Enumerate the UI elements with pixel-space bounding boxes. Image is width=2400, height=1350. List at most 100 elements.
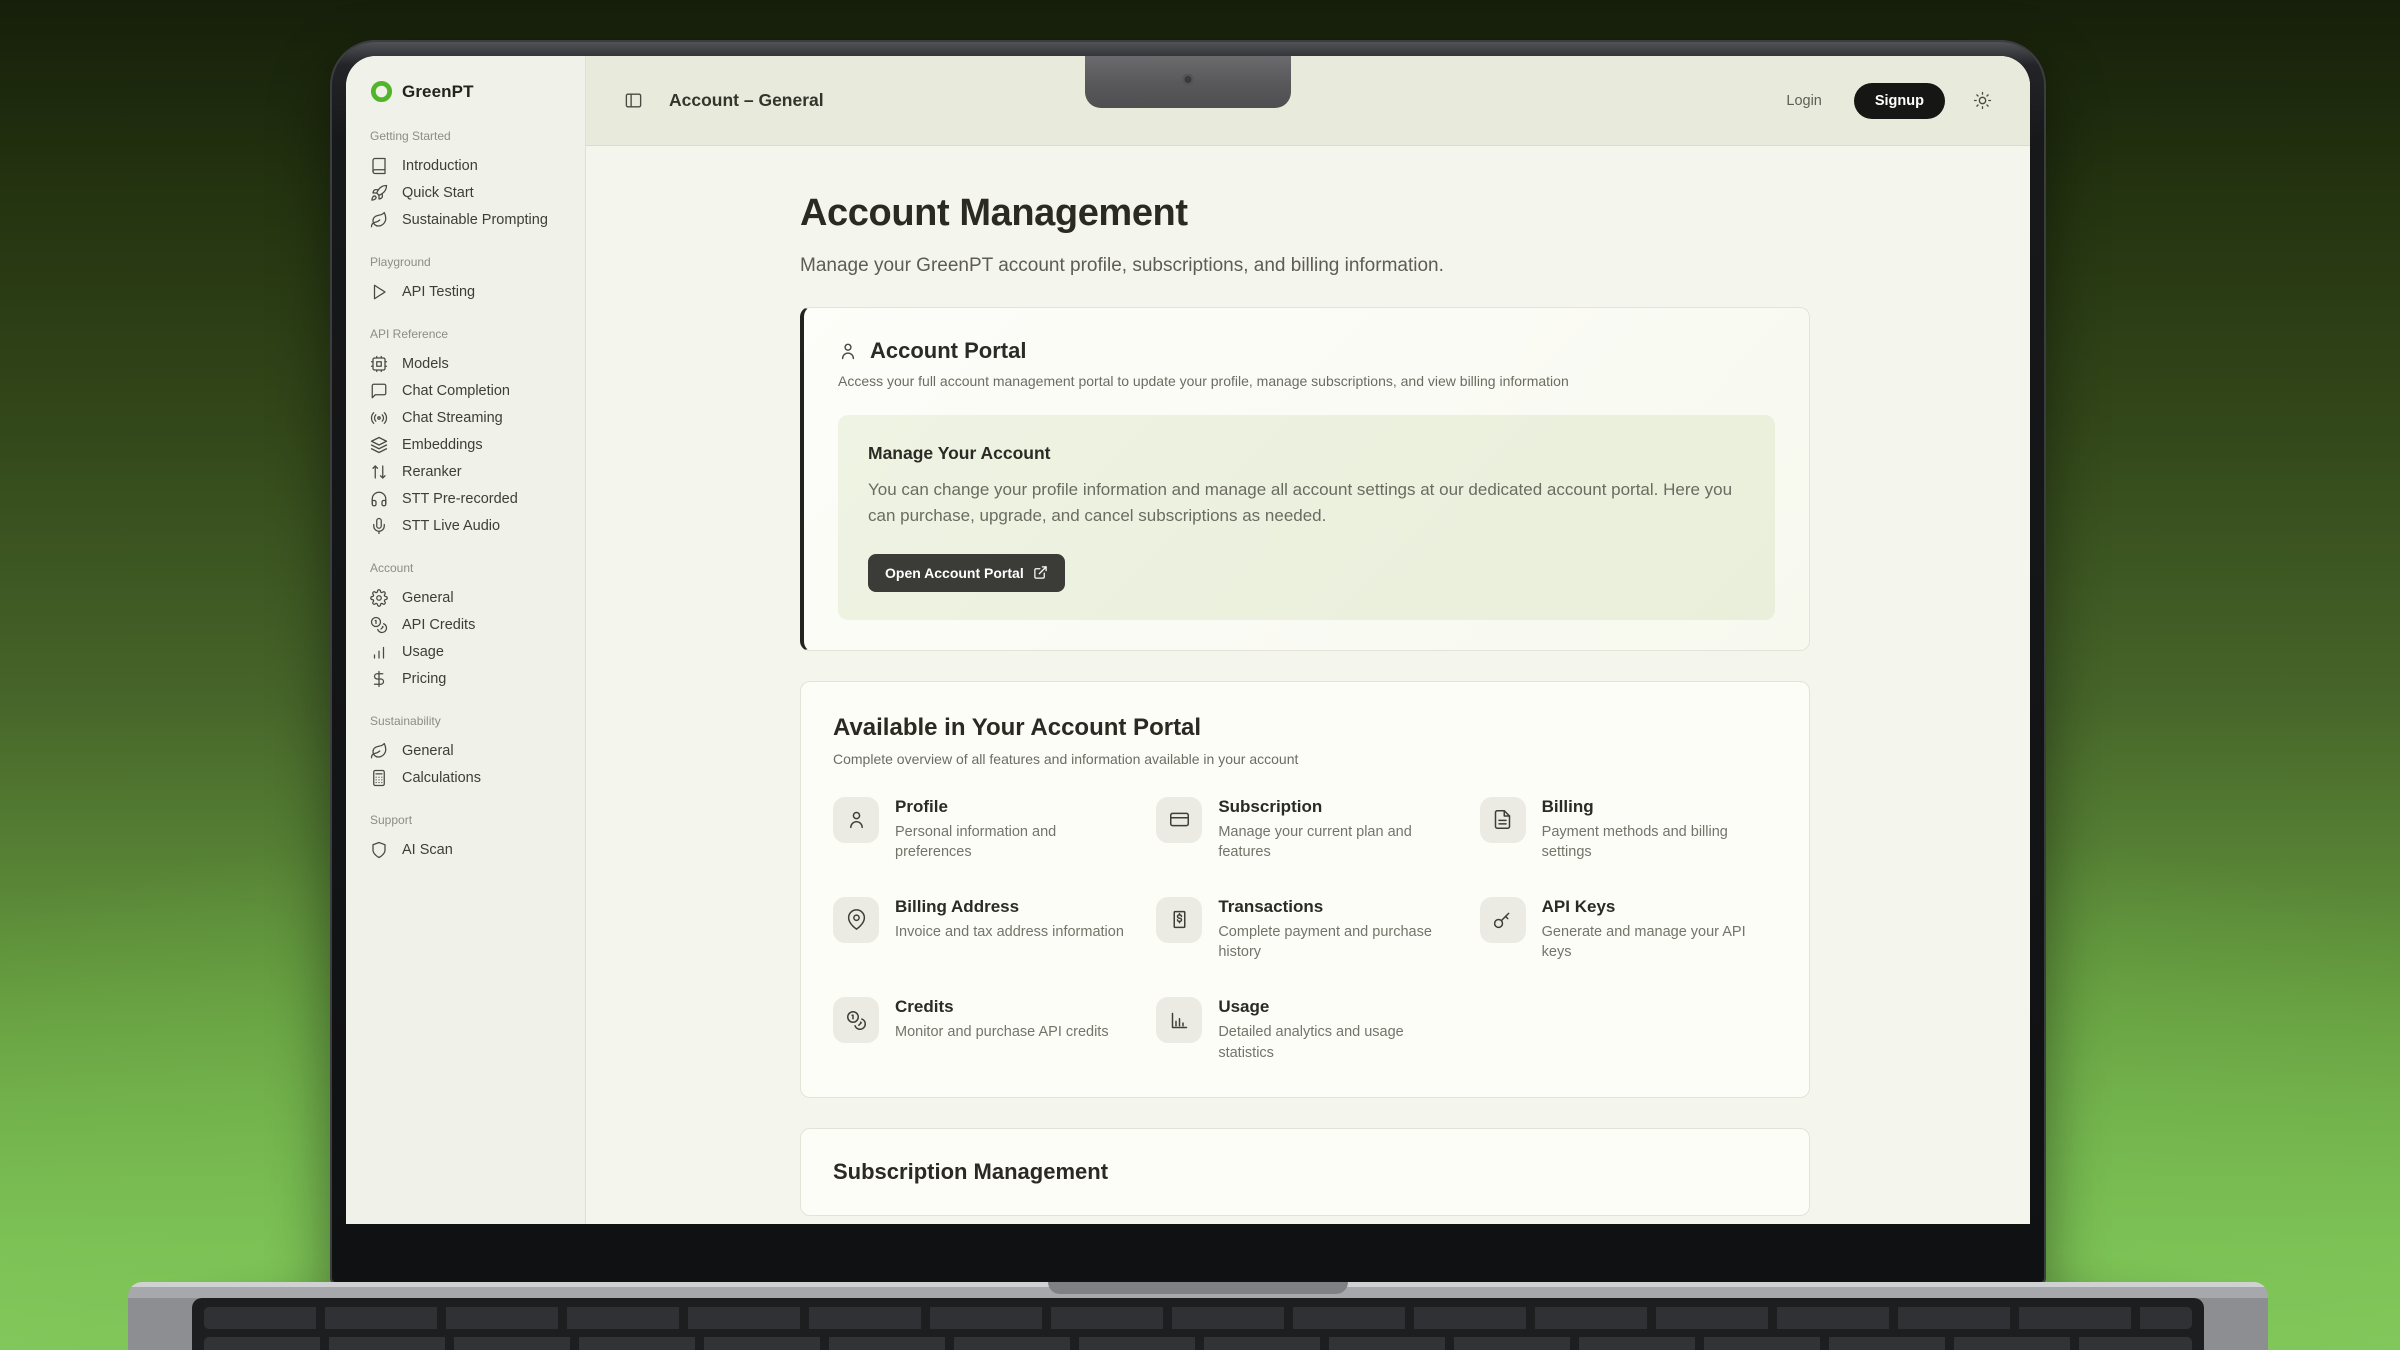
user-icon [838, 341, 858, 361]
sidebar-item-sustainable-prompting[interactable]: Sustainable Prompting [370, 206, 569, 233]
page-header: Account – General Login Signup [586, 56, 2030, 146]
sidebar-item-account-general[interactable]: General [370, 584, 569, 611]
sidebar-item-usage[interactable]: Usage [370, 638, 569, 665]
file-text-icon [1492, 809, 1513, 830]
feature-icon-box [1156, 797, 1202, 843]
receipt-icon [1169, 909, 1190, 930]
laptop-keyboard [192, 1298, 2204, 1350]
feature-item-credits: Credits Monitor and purchase API credits [833, 997, 1130, 1063]
sidebar-item-label: Chat Streaming [402, 410, 503, 426]
feature-item-billing-address: Billing Address Invoice and tax address … [833, 897, 1130, 963]
feature-description: Manage your current plan and features [1218, 822, 1453, 863]
cpu-icon [370, 355, 388, 373]
sidebar-item-sustainability-general[interactable]: General [370, 737, 569, 764]
laptop-camera [1183, 74, 1194, 85]
sidebar-item-label: Chat Completion [402, 383, 510, 399]
feature-item-usage: Usage Detailed analytics and usage stati… [1156, 997, 1453, 1063]
feature-icon-box [1156, 897, 1202, 943]
sidebar-item-pricing[interactable]: Pricing [370, 665, 569, 692]
feature-icon-box [1480, 897, 1526, 943]
feature-text: Subscription Manage your current plan an… [1218, 797, 1453, 863]
dollar-icon [370, 670, 388, 688]
sidebar-item-label: Sustainable Prompting [402, 212, 548, 228]
sidebar-section-getting-started: Getting Started [370, 129, 569, 143]
external-link-icon [1033, 565, 1048, 580]
feature-text: Billing Address Invoice and tax address … [895, 897, 1124, 943]
sidebar-item-introduction[interactable]: Introduction [370, 152, 569, 179]
credit-card-icon [1169, 809, 1190, 830]
sidebar-item-label: STT Pre-recorded [402, 491, 518, 507]
sidebar-item-embeddings[interactable]: Embeddings [370, 431, 569, 458]
sidebar-item-ai-scan[interactable]: AI Scan [370, 836, 569, 863]
sidebar-item-api-testing[interactable]: API Testing [370, 278, 569, 305]
sidebar-section-account: Account [370, 561, 569, 575]
brand-logo[interactable]: GreenPT [370, 80, 569, 103]
page-title: Account Management [800, 192, 2030, 235]
main-content: Account – General Login Signup Account M… [586, 56, 2030, 1224]
layers-icon [370, 436, 388, 454]
feature-title: API Keys [1542, 897, 1777, 917]
open-account-portal-label: Open Account Portal [885, 565, 1024, 581]
feature-description: Complete payment and purchase history [1218, 922, 1453, 963]
sidebar-section-api-reference: API Reference [370, 327, 569, 341]
shield-icon [370, 841, 388, 859]
sidebar-item-api-credits[interactable]: API Credits [370, 611, 569, 638]
feature-description: Generate and manage your API keys [1542, 922, 1777, 963]
sidebar-item-calculations[interactable]: Calculations [370, 764, 569, 791]
laptop-keyboard-deck [128, 1282, 2268, 1350]
feature-title: Billing [1542, 797, 1777, 817]
feature-description: Personal information and preferences [895, 822, 1130, 863]
sidebar-section-support: Support [370, 813, 569, 827]
signup-button[interactable]: Signup [1854, 83, 1945, 119]
sidebar-item-quick-start[interactable]: Quick Start [370, 179, 569, 206]
sidebar-item-label: Usage [402, 644, 444, 660]
open-account-portal-button[interactable]: Open Account Portal [868, 554, 1065, 592]
theme-toggle-button[interactable] [1973, 91, 1992, 110]
manage-account-title: Manage Your Account [868, 443, 1745, 464]
headphones-icon [370, 490, 388, 508]
feature-title: Subscription [1218, 797, 1453, 817]
feature-description: Detailed analytics and usage statistics [1218, 1022, 1453, 1063]
manage-account-panel: Manage Your Account You can change your … [838, 415, 1775, 620]
account-portal-title-row: Account Portal [838, 338, 1775, 364]
feature-icon-box [833, 897, 879, 943]
sidebar-item-label: Reranker [402, 464, 462, 480]
sidebar-item-chat-streaming[interactable]: Chat Streaming [370, 404, 569, 431]
leaf-icon [370, 211, 388, 229]
brand-name: GreenPT [402, 82, 474, 102]
account-portal-subtitle: Access your full account management port… [838, 373, 1775, 389]
sidebar-item-label: API Credits [402, 617, 475, 633]
key-icon [1492, 909, 1513, 930]
feature-text: API Keys Generate and manage your API ke… [1542, 897, 1777, 963]
desktop-background: GreenPT Getting Started Introduction Qui… [0, 0, 2400, 1350]
sidebar-item-label: General [402, 743, 454, 759]
book-icon [370, 157, 388, 175]
sidebar-item-stt-pre-recorded[interactable]: STT Pre-recorded [370, 485, 569, 512]
subscription-management-title: Subscription Management [833, 1159, 1777, 1185]
bar-chart-icon [1169, 1010, 1190, 1031]
feature-title: Billing Address [895, 897, 1124, 917]
mic-icon [370, 517, 388, 535]
greenpt-logo-icon [370, 80, 393, 103]
breadcrumb-title: Account – General [669, 90, 824, 111]
rocket-icon [370, 184, 388, 202]
sidebar-item-stt-live-audio[interactable]: STT Live Audio [370, 512, 569, 539]
feature-item-subscription: Subscription Manage your current plan an… [1156, 797, 1453, 863]
feature-icon-box [833, 797, 879, 843]
login-button[interactable]: Login [1780, 92, 1827, 110]
sidebar-item-label: Introduction [402, 158, 478, 174]
feature-icon-box [833, 997, 879, 1043]
browser-viewport: GreenPT Getting Started Introduction Qui… [346, 56, 2030, 1224]
sidebar-item-models[interactable]: Models [370, 350, 569, 377]
bar-chart-icon [370, 643, 388, 661]
sidebar-item-label: AI Scan [402, 842, 453, 858]
gear-icon [370, 589, 388, 607]
sidebar-item-reranker[interactable]: Reranker [370, 458, 569, 485]
page-body: Account Management Manage your GreenPT a… [586, 146, 2030, 1216]
sidebar-item-label: Pricing [402, 671, 446, 687]
sidebar-section-playground: Playground [370, 255, 569, 269]
feature-item-billing: Billing Payment methods and billing sett… [1480, 797, 1777, 863]
sidebar-toggle-button[interactable] [624, 91, 643, 110]
sidebar-item-chat-completion[interactable]: Chat Completion [370, 377, 569, 404]
keyboard-function-row [204, 1307, 2192, 1329]
